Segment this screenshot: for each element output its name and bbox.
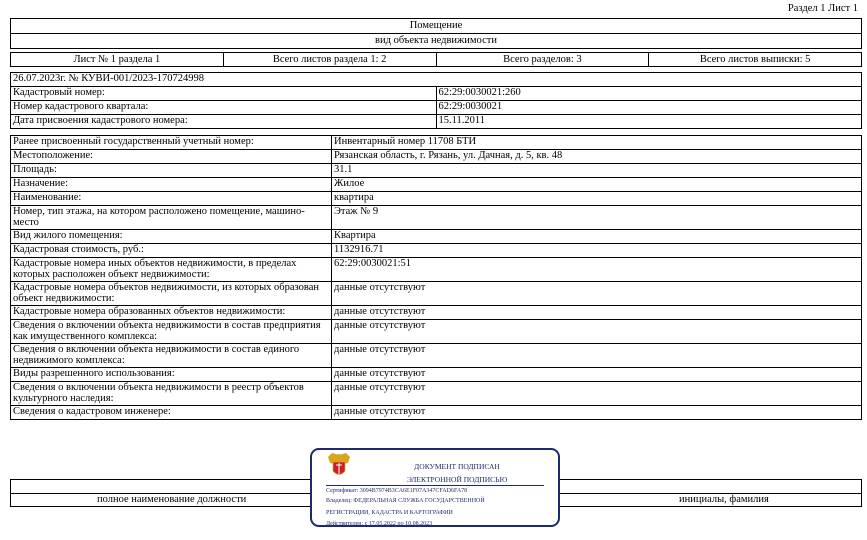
row-value: данные отсутствуют: [331, 281, 862, 306]
row-value: данные отсутствуют: [331, 305, 862, 320]
stamp-owner-line-1: Владелец: ФЕДЕРАЛЬНАЯ СЛУЖБА ГОСУДАРСТВЕ…: [326, 498, 485, 504]
table-row: Назначение: Жилое: [10, 177, 862, 192]
row-value: 62:29:0030021: [435, 100, 862, 115]
table-row: Виды разрешенного использования: данные о…: [10, 367, 862, 382]
row-label: Кадастровый номер:: [10, 86, 437, 101]
stamp-validity: Действителен: с 17.05.2022 по 10.08.2023: [326, 521, 433, 527]
header-box: Помещение вид объекта недвижимости: [10, 18, 862, 49]
coat-of-arms-icon: [328, 453, 350, 475]
row-label: Кадастровая стоимость, руб.:: [10, 243, 332, 258]
position-label: полное наименование должности: [97, 494, 247, 505]
table-row: Сведения о кадастровом инженере: данные о…: [10, 405, 862, 420]
table-row: Кадастровые номера образованных объектов…: [10, 305, 862, 320]
row-label: Назначение:: [10, 177, 332, 192]
stamp-owner-line-2: РЕГИСТРАЦИИ, КАДАСТРА И КАРТОГРАФИИ: [326, 510, 453, 516]
row-value: 31.1: [331, 163, 862, 178]
row-value: Жилое: [331, 177, 862, 192]
object-title: Помещение: [11, 19, 861, 34]
section-reference: Раздел 1 Лист 1: [787, 3, 858, 14]
row-value: 15.11.2011: [435, 114, 862, 129]
sheet-number: Лист № 1 раздела 1: [11, 53, 224, 66]
row-label: Местоположение:: [10, 149, 332, 164]
row-label: Сведения о кадастровом инженере:: [10, 405, 332, 420]
row-label: Виды разрешенного использования:: [10, 367, 332, 382]
row-label: Кадастровые номера иных объектов недвижи…: [10, 257, 332, 282]
row-label: Вид жилого помещения:: [10, 229, 332, 244]
total-sheets-section: Всего листов раздела 1: 2: [224, 53, 437, 66]
document-reference: 26.07.2023г. № КУВИ-001/2023-170724998: [10, 72, 862, 87]
row-label: Дата присвоения кадастрового номера:: [10, 114, 437, 129]
table-row: Ранее присвоенный государственный учетны…: [10, 135, 862, 150]
table-row: Сведения о включении объекта недвижимост…: [10, 343, 862, 368]
row-value: данные отсутствуют: [331, 381, 862, 406]
table-row: Кадастровый номер: 62:29:0030021:260: [10, 86, 862, 101]
row-label: Сведения о включении объекта недвижимост…: [10, 381, 332, 406]
table-row: Наименование: квартира: [10, 191, 862, 206]
row-value: 1132916.71: [331, 243, 862, 258]
stamp-title-2: ЭЛЕКТРОННОЙ ПОДПИСЬЮ: [406, 475, 508, 484]
table-row: Сведения о включении объекта недвижимост…: [10, 319, 862, 344]
table-row: Номер, тип этажа, на котором расположено…: [10, 205, 862, 230]
table-row: Кадастровая стоимость, руб.: 1132916.71: [10, 243, 862, 258]
table-row: Дата присвоения кадастрового номера: 15.…: [10, 114, 862, 129]
row-value: Этаж № 9: [331, 205, 862, 230]
row-value: данные отсутствуют: [331, 405, 862, 420]
row-label: Сведения о включении объекта недвижимост…: [10, 343, 332, 368]
main-info-table: 26.07.2023г. № КУВИ-001/2023-170724998 К…: [10, 72, 862, 129]
stamp-certificate: Сертификат: 3094B7974B3CA6E1F07A347CFAD6…: [326, 488, 468, 494]
row-value: Инвентарный номер 11708 БТИ: [331, 135, 862, 150]
table-row: Кадастровые номера иных объектов недвижи…: [10, 257, 862, 282]
row-value: Квартира: [331, 229, 862, 244]
row-value: 62:29:0030021:51: [331, 257, 862, 282]
sheet-info-bar: Лист № 1 раздела 1 Всего листов раздела …: [10, 52, 862, 67]
row-label: Площадь:: [10, 163, 332, 178]
row-value: 62:29:0030021:260: [435, 86, 862, 101]
table-row: Площадь: 31.1: [10, 163, 862, 178]
table-row: Номер кадастрового квартала: 62:29:00300…: [10, 100, 862, 115]
details-table: Ранее присвоенный государственный учетны…: [10, 135, 862, 420]
row-value: данные отсутствуют: [331, 319, 862, 344]
table-row: Кадастровые номера объектов недвижимости…: [10, 281, 862, 306]
row-label: Сведения о включении объекта недвижимост…: [10, 319, 332, 344]
row-label: Наименование:: [10, 191, 332, 206]
row-value: Рязанская область, г. Рязань, ул. Дачная…: [331, 149, 862, 164]
table-row: Сведения о включении объекта недвижимост…: [10, 381, 862, 406]
row-value: данные отсутствуют: [331, 343, 862, 368]
total-sheets-extract: Всего листов выписки: 5: [699, 54, 811, 65]
name-label: инициалы, фамилия: [679, 494, 769, 505]
table-row: Местоположение: Рязанская область, г. Ряз…: [10, 149, 862, 164]
row-value: квартира: [331, 191, 862, 206]
stamp-title-1: ДОКУМЕНТ ПОДПИСАН: [414, 462, 500, 471]
e-signature-stamp: ДОКУМЕНТ ПОДПИСАН ЭЛЕКТРОННОЙ ПОДПИСЬЮ С…: [310, 448, 560, 527]
row-value: данные отсутствуют: [331, 367, 862, 382]
row-label: Ранее присвоенный государственный учетны…: [10, 135, 332, 150]
row-label: Номер кадастрового квартала:: [10, 100, 437, 115]
total-sections: Всего разделов: 3: [437, 53, 650, 66]
row-label: Номер, тип этажа, на котором расположено…: [10, 205, 332, 230]
row-label: Кадастровые номера объектов недвижимости…: [10, 281, 332, 306]
row-label: Кадастровые номера образованных объектов…: [10, 305, 332, 320]
table-row: Вид жилого помещения: Квартира: [10, 229, 862, 244]
object-kind: вид объекта недвижимости: [375, 35, 497, 46]
